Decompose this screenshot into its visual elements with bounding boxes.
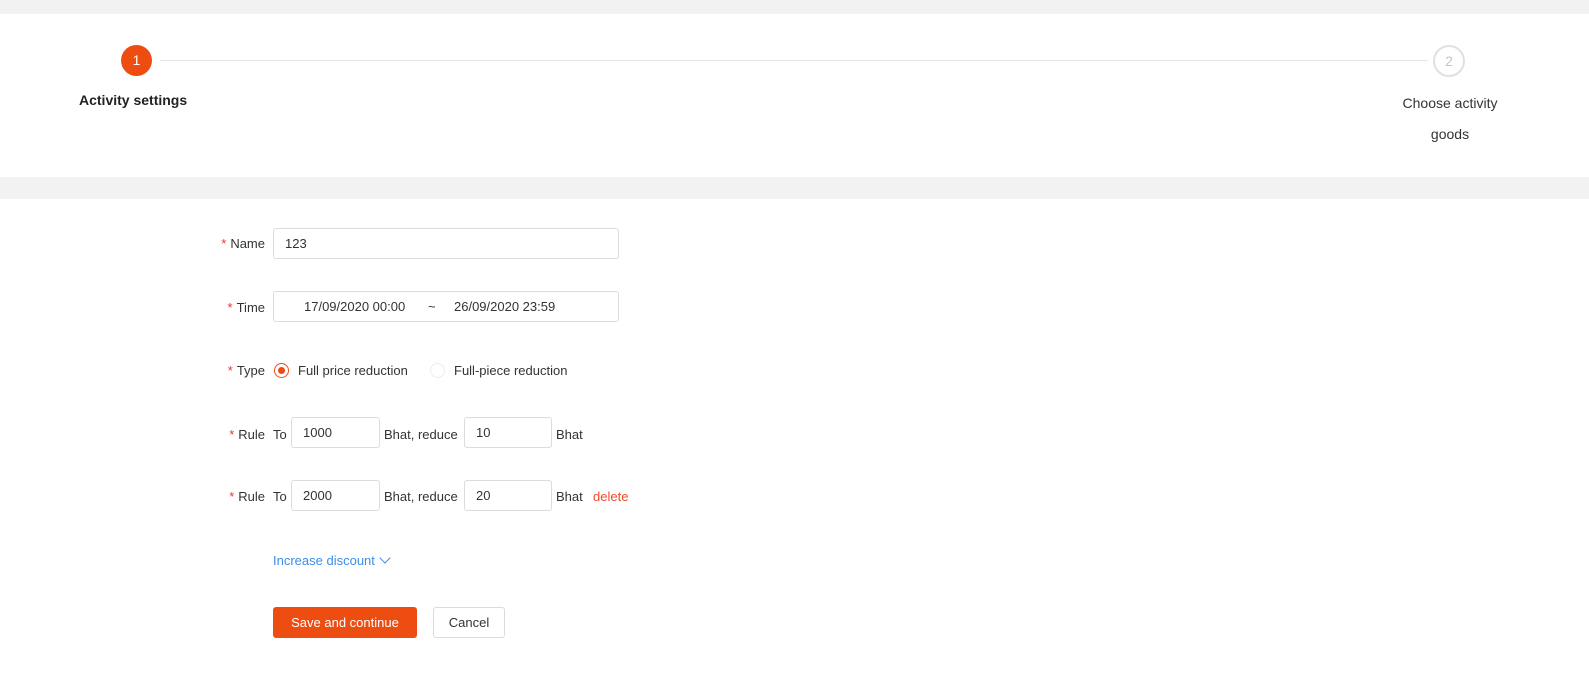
- name-label: * Name: [221, 236, 265, 251]
- time-range-picker[interactable]: 17/09/2020 00:00 ~ 26/09/2020 23:59: [273, 291, 619, 322]
- name-input[interactable]: 123: [273, 228, 619, 259]
- rule-2-prefix: To: [273, 489, 287, 504]
- rule-1-threshold-input[interactable]: 1000: [291, 417, 380, 448]
- full-piece-reduction-radio[interactable]: [430, 363, 445, 378]
- step-2-circle: 2: [1433, 45, 1465, 77]
- rule-2-middle-text: Bhat, reduce: [384, 489, 458, 504]
- required-mark: *: [221, 236, 227, 251]
- step-2-label: Choose activity goods: [1390, 88, 1510, 150]
- step-2-label-line2: goods: [1430, 126, 1470, 142]
- chevron-down-icon: [379, 552, 391, 564]
- rule-2-unit: Bhat: [556, 489, 583, 504]
- section-divider: [0, 177, 1589, 199]
- step-connector: [160, 60, 1428, 61]
- time-separator: ~: [428, 299, 436, 314]
- increase-discount-link[interactable]: Increase discount: [273, 552, 391, 568]
- required-mark: *: [227, 300, 233, 315]
- time-end[interactable]: 26/09/2020 23:59: [454, 292, 555, 321]
- save-and-continue-button[interactable]: Save and continue: [273, 607, 417, 638]
- time-label: * Time: [227, 300, 265, 315]
- required-mark: *: [227, 363, 233, 378]
- rule-1-label: * Rule: [229, 427, 265, 442]
- step-indicator: 1 Activity settings 2 Choose activity go…: [0, 14, 1589, 177]
- type-label: * Type: [227, 363, 265, 378]
- rule-2-label: * Rule: [229, 489, 265, 504]
- full-price-reduction-radio[interactable]: [274, 363, 289, 378]
- rule-2-delete-link[interactable]: delete: [593, 489, 628, 504]
- required-mark: *: [229, 427, 235, 442]
- required-mark: *: [229, 489, 235, 504]
- rule-1-unit: Bhat: [556, 427, 583, 442]
- rule-2-threshold-input[interactable]: 2000: [291, 480, 380, 511]
- rule-2-reduce-input[interactable]: 20: [464, 480, 552, 511]
- step-1-label: Activity settings: [79, 92, 188, 108]
- full-piece-reduction-label[interactable]: Full-piece reduction: [454, 363, 567, 378]
- activity-settings-form: * Name 123 * Time 17/09/2020 00:00 ~ 26/09…: [0, 199, 1589, 685]
- full-price-reduction-label[interactable]: Full price reduction: [298, 363, 408, 378]
- step-2-label-line1: Choose activity: [1402, 95, 1498, 111]
- time-start[interactable]: 17/09/2020 00:00: [304, 292, 405, 321]
- rule-1-reduce-input[interactable]: 10: [464, 417, 552, 448]
- rule-1-middle-text: Bhat, reduce: [384, 427, 458, 442]
- top-band: [0, 0, 1589, 14]
- step-1-circle: 1: [121, 45, 152, 76]
- rule-1-prefix: To: [273, 427, 287, 442]
- cancel-button[interactable]: Cancel: [433, 607, 505, 638]
